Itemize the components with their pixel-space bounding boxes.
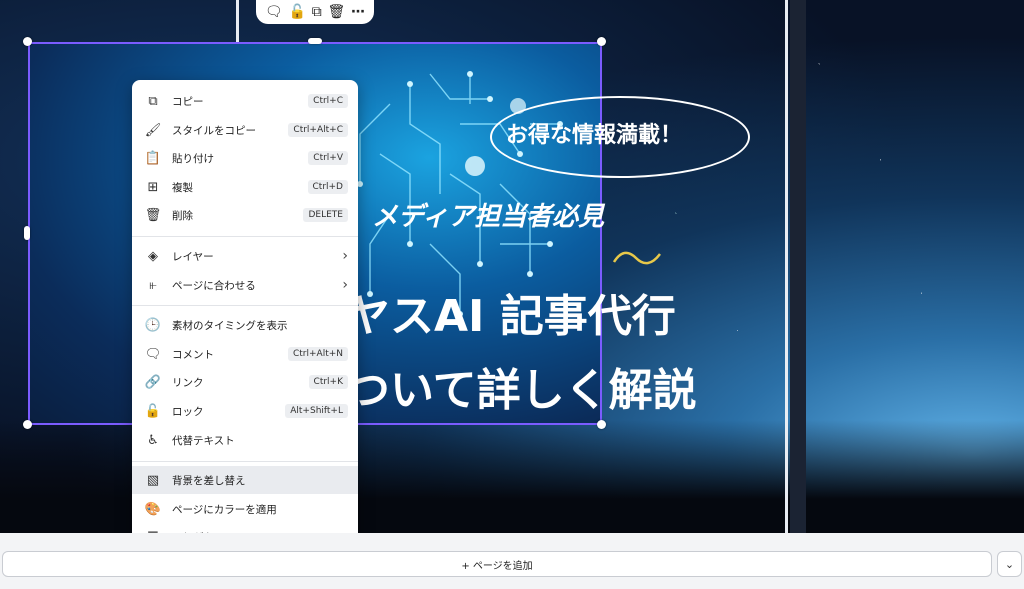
- menu-item-comment[interactable]: 🗨 コメント Ctrl+Alt+N: [132, 340, 358, 368]
- element-toolbar: 🗨 🔓 ⧉ 🗑 ⋯: [256, 0, 374, 24]
- resize-handle-top-left[interactable]: [23, 37, 32, 46]
- align-icon: ⫦: [149, 277, 157, 293]
- menu-item-label: ページに合わせる: [172, 279, 256, 292]
- trash-icon[interactable]: 🗑: [328, 4, 346, 20]
- menu-item-label: 素材のタイミングを表示: [172, 319, 288, 332]
- menu-item-replace-background[interactable]: ▧ 背景を差し替え: [132, 466, 358, 494]
- lock-icon: 🔓: [144, 403, 162, 419]
- resize-handle-left[interactable]: [24, 226, 30, 240]
- copy-icon: ⧉: [148, 93, 158, 109]
- menu-item-apply-colors[interactable]: 🎨 ページにカラーを適用: [132, 495, 358, 523]
- menu-item-label: 代替テキスト: [172, 434, 235, 447]
- shortcut-badge: Ctrl+V: [308, 151, 348, 165]
- resize-handle-top-right[interactable]: [597, 37, 606, 46]
- menu-item-label: コメント: [172, 348, 214, 361]
- subtitle-text[interactable]: メディア担当者必見: [372, 196, 604, 233]
- menu-divider: [132, 236, 358, 237]
- chevron-right-icon: ›: [342, 248, 348, 264]
- wave-decoration: [612, 251, 661, 265]
- menu-item-label: コピー: [172, 95, 204, 108]
- page-gap: [790, 0, 806, 533]
- menu-item-show-timing[interactable]: 🕒 素材のタイミングを表示: [132, 311, 358, 339]
- shortcut-badge: Ctrl+D: [307, 180, 348, 194]
- palette-icon: 🎨: [144, 501, 162, 517]
- paint-roller-icon: 🖌: [144, 122, 162, 138]
- menu-item-delete[interactable]: 🗑 削除 DELETE: [132, 201, 358, 229]
- trash-icon: 🗑: [144, 207, 162, 223]
- layers-icon: ◈: [148, 248, 158, 264]
- clipboard-icon: 📋: [144, 150, 162, 166]
- shortcut-badge: Ctrl+Alt+N: [287, 347, 348, 361]
- duplicate-icon[interactable]: ⧉: [312, 4, 322, 20]
- menu-item-label: レイヤー: [172, 250, 214, 263]
- shortcut-badge: DELETE: [303, 208, 348, 222]
- chevron-down-icon[interactable]: ⌄: [997, 551, 1022, 577]
- menu-item-label: 背景を差し替え: [172, 474, 246, 487]
- comment-icon: 🗨: [144, 346, 162, 362]
- page-edge-right: [785, 0, 788, 533]
- accessibility-icon: ♿: [147, 432, 159, 448]
- resize-handle-top[interactable]: [308, 38, 322, 44]
- menu-item-label: スタイルをコピー: [172, 124, 256, 137]
- menu-item-layer[interactable]: ◈ レイヤー ›: [132, 242, 358, 270]
- comment-add-icon[interactable]: 🗨: [265, 4, 283, 20]
- chevron-right-icon: ›: [342, 277, 348, 293]
- menu-item-alt-text[interactable]: ♿ 代替テキスト: [132, 426, 358, 454]
- context-menu: ⧉ コピー Ctrl+C 🖌 スタイルをコピー Ctrl+Alt+C 📋 貼り付…: [132, 80, 358, 586]
- menu-item-align-to-page[interactable]: ⫦ ページに合わせる ›: [132, 271, 358, 299]
- menu-item-link[interactable]: 🔗 リンク Ctrl+K: [132, 368, 358, 396]
- menu-item-label: ロック: [172, 405, 204, 418]
- menu-item-label: 削除: [172, 209, 193, 222]
- clock-icon: 🕒: [144, 317, 162, 333]
- hatch-icon: ▧: [146, 472, 160, 488]
- speech-bubble-text[interactable]: お得な情報満載！: [506, 117, 682, 149]
- resize-handle-bottom-right[interactable]: [597, 420, 606, 429]
- menu-item-label: リンク: [172, 376, 204, 389]
- link-icon: 🔗: [144, 374, 162, 390]
- shortcut-badge: Ctrl+C: [308, 94, 348, 108]
- menu-item-label: 貼り付け: [172, 152, 214, 165]
- more-icon[interactable]: ⋯: [351, 4, 365, 20]
- lock-icon[interactable]: 🔓: [288, 4, 305, 20]
- title-line-1[interactable]: ヤスAI 記事代行: [346, 280, 676, 344]
- shortcut-badge: Alt+Shift+L: [285, 404, 348, 418]
- menu-divider: [132, 461, 358, 462]
- menu-item-copy-style[interactable]: 🖌 スタイルをコピー Ctrl+Alt+C: [132, 116, 358, 144]
- title-line-2[interactable]: ついて詳しく解説: [346, 354, 697, 418]
- duplicate-icon: ⊞: [147, 179, 159, 195]
- menu-item-copy[interactable]: ⧉ コピー Ctrl+C: [132, 87, 358, 115]
- shortcut-badge: Ctrl+K: [308, 375, 348, 389]
- menu-divider: [132, 305, 358, 306]
- menu-item-paste[interactable]: 📋 貼り付け Ctrl+V: [132, 144, 358, 172]
- add-page-button[interactable]: + ページを追加: [2, 551, 992, 577]
- shortcut-badge: Ctrl+Alt+C: [288, 123, 348, 137]
- menu-item-label: ページにカラーを適用: [172, 503, 277, 516]
- resize-handle-bottom-left[interactable]: [23, 420, 32, 429]
- menu-item-lock[interactable]: 🔓 ロック Alt+Shift+L: [132, 397, 358, 425]
- menu-item-duplicate[interactable]: ⊞ 複製 Ctrl+D: [132, 173, 358, 201]
- menu-item-label: 複製: [172, 181, 193, 194]
